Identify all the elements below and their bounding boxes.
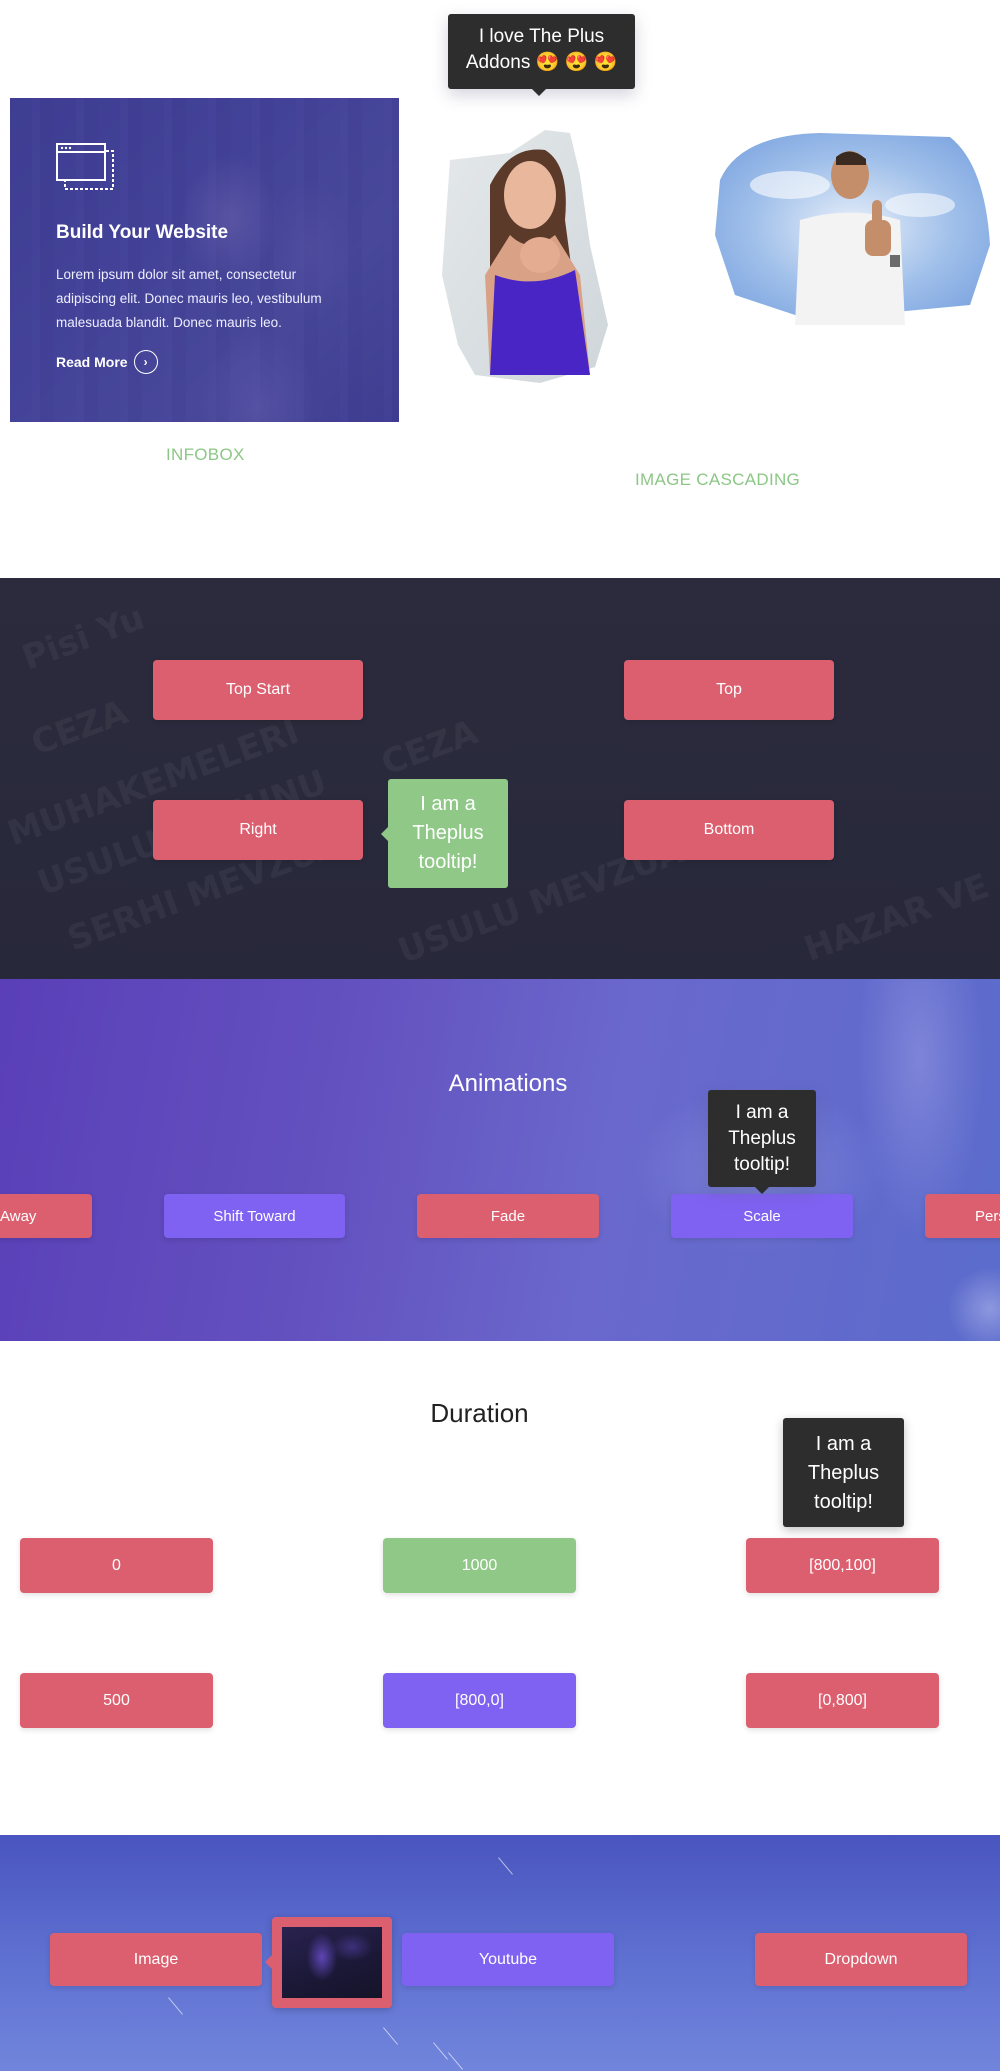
image-cascading-caption: IMAGE CASCADING bbox=[635, 470, 801, 489]
decorative-streak bbox=[168, 1997, 183, 2015]
top-start-button[interactable]: Top Start bbox=[153, 660, 363, 720]
right-button[interactable]: Right bbox=[153, 800, 363, 860]
woman-portrait-image[interactable] bbox=[430, 125, 650, 390]
tooltip-thumbnail-image bbox=[282, 1927, 382, 1998]
fade-button[interactable]: Fade bbox=[417, 1194, 599, 1238]
decorative-streak bbox=[498, 1857, 513, 1875]
man-thumbs-up-image[interactable] bbox=[700, 125, 1000, 325]
duration-500-button[interactable]: 500 bbox=[20, 1673, 213, 1728]
away-button[interactable]: Away bbox=[0, 1194, 92, 1238]
background-text: HAZAR VE bbox=[798, 866, 995, 970]
scale-tooltip: I am a Theplus tooltip! bbox=[708, 1090, 816, 1194]
decorative-streak bbox=[433, 2042, 448, 2060]
read-more-label: Read More bbox=[56, 354, 128, 370]
duration-0-button[interactable]: 0 bbox=[20, 1538, 213, 1593]
duration-tooltip: I am a Theplus tooltip! bbox=[783, 1418, 904, 1527]
infobox-text: Lorem ipsum dolor sit amet, consectetur … bbox=[56, 267, 322, 330]
duration-1000-button[interactable]: 1000 bbox=[383, 1538, 576, 1593]
infobox-title: Build Your Website bbox=[56, 222, 229, 243]
read-more-link[interactable]: Read More › bbox=[56, 350, 158, 374]
image-button[interactable]: Image bbox=[50, 1933, 262, 1986]
background-text: Pisi Yu bbox=[16, 597, 150, 679]
chevron-right-circle-icon: › bbox=[133, 350, 158, 374]
scale-button[interactable]: Scale bbox=[671, 1194, 853, 1238]
perspective-button[interactable]: Pers bbox=[925, 1194, 1000, 1238]
decorative-streak bbox=[383, 2027, 398, 2045]
top-button[interactable]: Top bbox=[624, 660, 834, 720]
youtube-button[interactable]: Youtube bbox=[402, 1933, 614, 1986]
dropdown-button[interactable]: Dropdown bbox=[755, 1933, 967, 1986]
animations-title: Animations bbox=[448, 1070, 568, 1097]
bottom-button[interactable]: Bottom bbox=[624, 800, 834, 860]
right-tooltip: I am a Theplus tooltip! bbox=[381, 779, 508, 888]
decorative-streak bbox=[448, 2052, 463, 2070]
image-tooltip: I love The Plus Addons 😍 😍 😍 bbox=[448, 14, 635, 96]
infobox-caption: INFOBOX bbox=[166, 445, 245, 464]
browser-window-icon bbox=[56, 143, 114, 190]
background-text: CEZA bbox=[26, 692, 134, 764]
animations-section bbox=[0, 979, 1000, 1341]
image-tooltip-popup bbox=[265, 1917, 392, 2008]
duration-0-800-button[interactable]: [0,800] bbox=[746, 1673, 939, 1728]
background-text: CEZA bbox=[376, 712, 484, 784]
duration-800-0-button[interactable]: [800,0] bbox=[383, 1673, 576, 1728]
infobox-card: Build Your Website Lorem ipsum dolor sit… bbox=[10, 98, 399, 422]
shift-toward-button[interactable]: Shift Toward bbox=[164, 1194, 345, 1238]
duration-800-100-button[interactable]: [800,100] bbox=[746, 1538, 939, 1593]
